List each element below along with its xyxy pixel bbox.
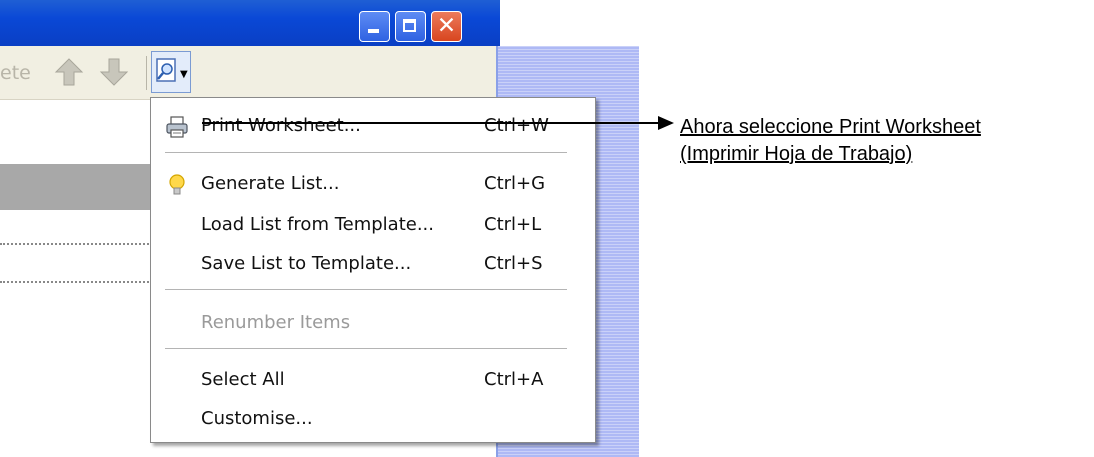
menu-separator [165,289,567,291]
menu-item-label: Generate List... [201,173,340,194]
menu-item-load-list-from-template[interactable]: Load List from Template... Ctrl+L [151,209,595,241]
menu-item-label: Save List to Template... [201,253,412,274]
menu-item-renumber-items: Renumber Items [151,307,595,339]
toolbar-separator [146,56,147,90]
menu-item-label: Select All [201,369,285,390]
page-background [639,0,1094,457]
toolbar: ete ▼ [0,46,500,100]
menu-item-label: Load List from Template... [201,214,434,235]
menu-item-shortcut: Ctrl+S [484,253,543,274]
minimize-button[interactable] [359,11,390,42]
annotation-line-1: Ahora seleccione Print Worksheet [680,116,981,138]
annotation-note: Ahora seleccione Print Worksheet (Imprim… [680,114,1080,168]
maximize-button[interactable] [395,11,426,42]
chevron-down-icon: ▼ [180,69,188,80]
menu-item-label: Print Worksheet... [201,115,361,136]
menu-separator [165,152,567,154]
menu-item-shortcut: Ctrl+A [484,369,544,390]
menu-separator [165,348,567,350]
context-menu: Print Worksheet... Ctrl+W Generate List.… [150,97,596,443]
close-icon: ✕ [436,13,457,39]
title-bar: ✕ [0,0,500,46]
minimize-icon [368,29,379,33]
menu-item-save-list-to-template[interactable]: Save List to Template... Ctrl+S [151,248,595,280]
menu-item-label: Renumber Items [201,312,351,333]
menu-item-print-worksheet[interactable]: Print Worksheet... Ctrl+W [151,110,595,142]
menu-item-shortcut: Ctrl+G [484,173,546,194]
menu-item-shortcut: Ctrl+L [484,214,542,235]
print-preview-icon [156,58,176,82]
menu-item-generate-list[interactable]: Generate List... Ctrl+G [151,168,595,200]
annotation-arrow-line [202,122,662,124]
annotation-line-2: (Imprimir Hoja de Trabajo) [680,143,913,165]
menu-item-label: Customise... [201,408,313,429]
menu-item-select-all[interactable]: Select All Ctrl+A [151,364,595,396]
menu-item-shortcut: Ctrl+W [484,115,549,136]
delete-button-label[interactable]: ete [0,62,31,84]
arrow-down-icon[interactable] [98,56,130,88]
maximize-icon [403,19,416,32]
lightbulb-icon [169,174,185,195]
menu-item-customise[interactable]: Customise... [151,403,595,435]
close-button[interactable]: ✕ [431,11,462,42]
printer-icon [166,116,188,138]
annotation-arrow-head [658,116,674,130]
print-preview-button[interactable]: ▼ [151,51,191,93]
arrow-up-icon[interactable] [53,56,85,88]
